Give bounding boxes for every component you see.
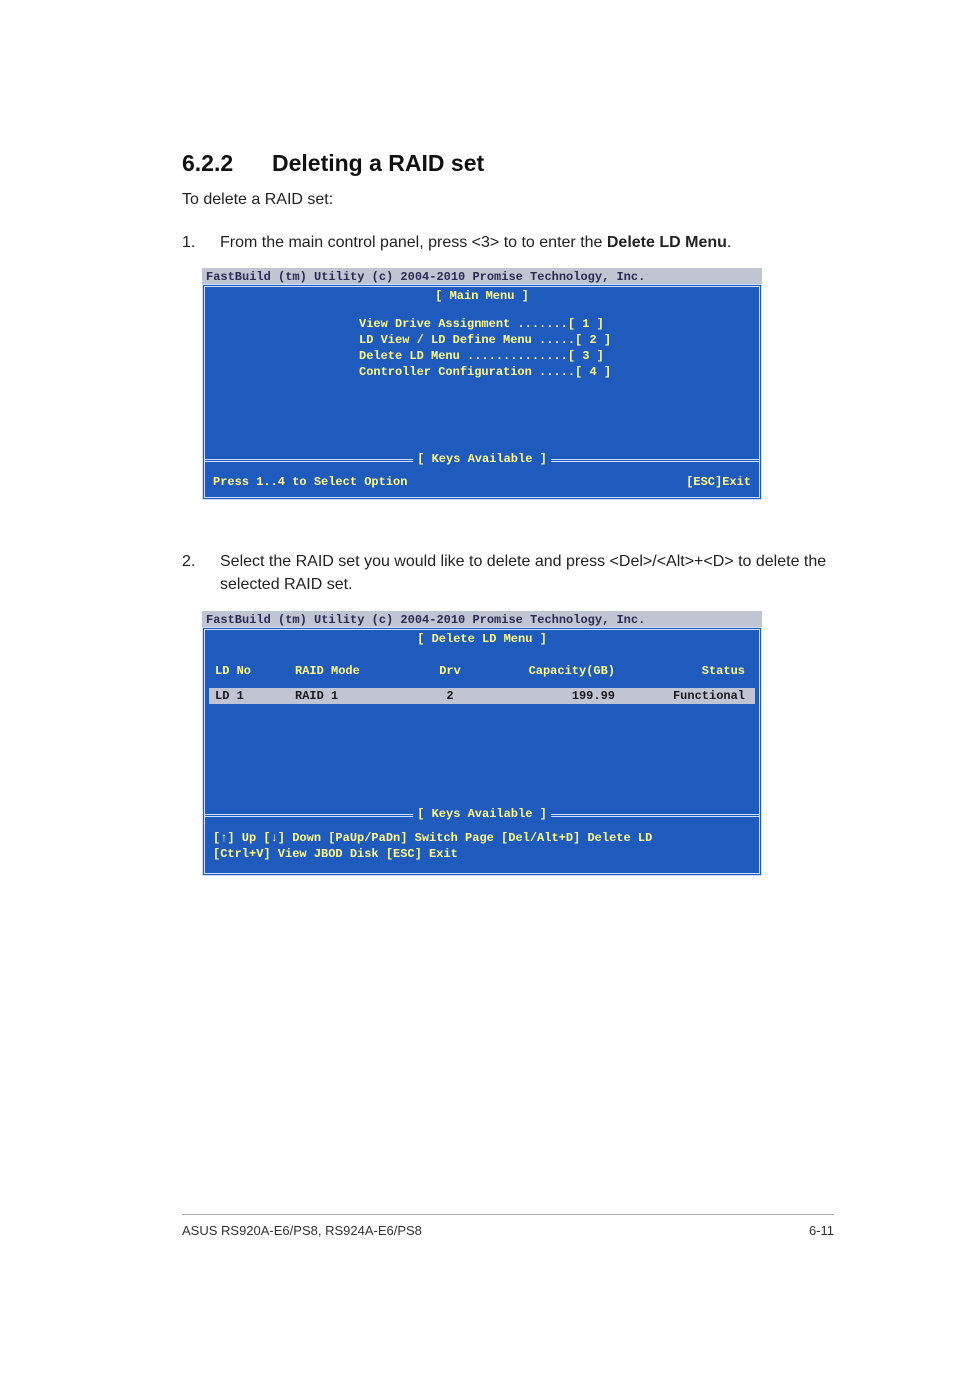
bios-header: FastBuild (tm) Utility (c) 2004-2010 Pro… xyxy=(202,611,762,627)
bios-separator: [ Keys Available ] xyxy=(205,459,759,473)
page-footer: ASUS RS920A-E6/PS8, RS924A-E6/PS8 6-11 xyxy=(182,1214,834,1238)
bios-foot-left: Press 1..4 to Select Option xyxy=(213,475,407,489)
col-drv: Drv xyxy=(405,664,495,678)
col-capacity: Capacity(GB) xyxy=(495,664,615,678)
bios-title: [ Delete LD Menu ] xyxy=(209,632,755,646)
bios-title: [ Main Menu ] xyxy=(209,289,755,303)
table-row[interactable]: LD 1 RAID 1 2 199.99 Functional xyxy=(209,688,755,704)
section-number: 6.2.2 xyxy=(182,150,272,177)
footer-page: 6-11 xyxy=(809,1223,834,1238)
bios-delete-ld-menu: FastBuild (tm) Utility (c) 2004-2010 Pro… xyxy=(202,611,762,877)
section-title: Deleting a RAID set xyxy=(272,150,484,176)
step-1: 1. From the main control panel, press <3… xyxy=(182,231,834,254)
section-heading: 6.2.2Deleting a RAID set xyxy=(182,150,834,177)
table-header-row: LD No RAID Mode Drv Capacity(GB) Status xyxy=(215,664,749,678)
col-ldno: LD No xyxy=(215,664,295,678)
cell-capacity: 199.99 xyxy=(495,689,615,703)
cell-ldno: LD 1 xyxy=(215,689,295,703)
cell-raidmode: RAID 1 xyxy=(295,689,405,703)
bios-menu-item[interactable]: Delete LD Menu ..............[ 3 ] xyxy=(359,349,755,363)
bios-separator: [ Keys Available ] xyxy=(205,814,759,828)
step-text: From the main control panel, press <3> t… xyxy=(220,231,834,254)
bios-menu-list: View Drive Assignment .......[ 1 ] LD Vi… xyxy=(209,317,755,379)
bios-main-menu: FastBuild (tm) Utility (c) 2004-2010 Pro… xyxy=(202,268,762,500)
bios-table: LD No RAID Mode Drv Capacity(GB) Status … xyxy=(209,660,755,814)
step-ordinal: 2. xyxy=(182,550,220,596)
step-text: Select the RAID set you would like to de… xyxy=(220,550,834,596)
bios-menu-item[interactable]: LD View / LD Define Menu .....[ 2 ] xyxy=(359,333,755,347)
step-ordinal: 1. xyxy=(182,231,220,254)
bios-key-help: [↑] Up [↓] Down [PaUp/PaDn] Switch Page … xyxy=(209,828,755,870)
col-status: Status xyxy=(615,664,749,678)
cell-drv: 2 xyxy=(405,689,495,703)
intro-text: To delete a RAID set: xyxy=(182,191,834,209)
bios-menu-item[interactable]: View Drive Assignment .......[ 1 ] xyxy=(359,317,755,331)
footer-model: ASUS RS920A-E6/PS8, RS924A-E6/PS8 xyxy=(182,1223,422,1238)
col-raidmode: RAID Mode xyxy=(295,664,405,678)
bios-menu-item[interactable]: Controller Configuration .....[ 4 ] xyxy=(359,365,755,379)
step-2: 2. Select the RAID set you would like to… xyxy=(182,550,834,596)
cell-status: Functional xyxy=(615,689,749,703)
bios-header: FastBuild (tm) Utility (c) 2004-2010 Pro… xyxy=(202,268,762,284)
bios-foot-right: [ESC]Exit xyxy=(686,475,751,489)
